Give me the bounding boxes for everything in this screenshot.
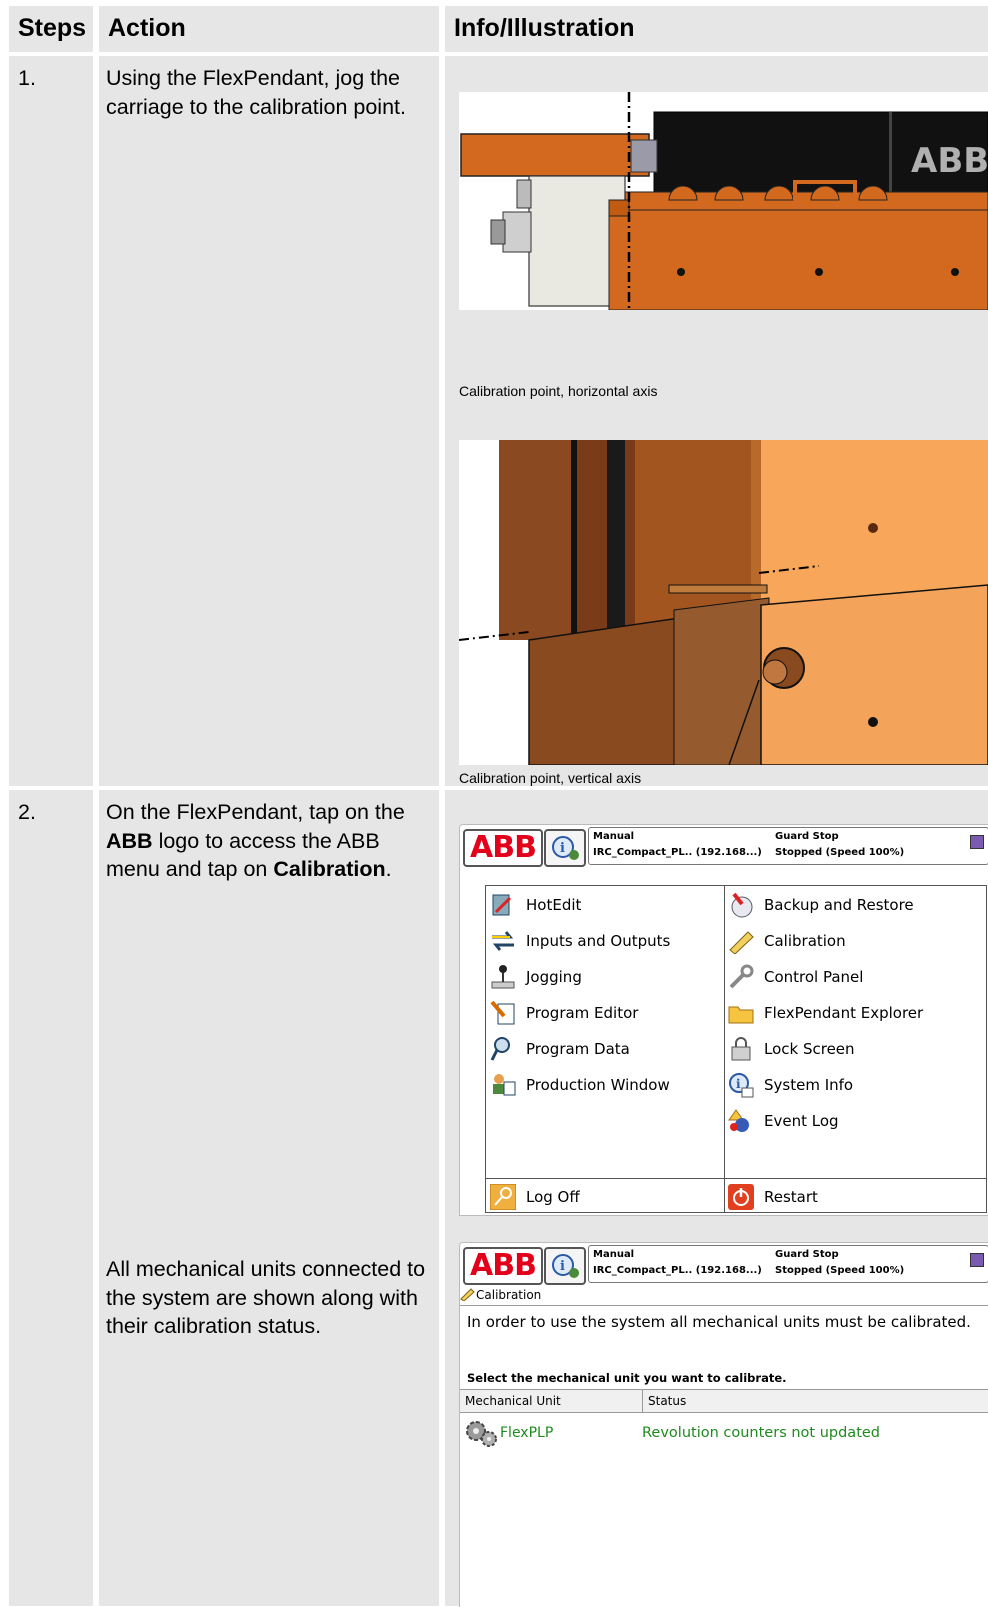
select-prompt: Select the mechanical unit you want to c… xyxy=(467,1371,787,1385)
system-text: IRC_Compact_PL.. (192.168...) xyxy=(593,847,762,858)
step-2-action-note: All mechanical units connected to the sy… xyxy=(106,1257,426,1338)
abb-logo-button[interactable]: ABB xyxy=(463,829,543,867)
step-2-number: 2. xyxy=(9,790,93,1606)
info-icon: i xyxy=(728,1072,754,1098)
calibration-message: In order to use the system all mechanica… xyxy=(467,1313,971,1331)
menu-item-flexpendant-explorer[interactable]: FlexPendant Explorer xyxy=(728,998,923,1028)
program-data-icon xyxy=(490,1036,516,1062)
menu-item-inputs-outputs[interactable]: Inputs and Outputs xyxy=(490,926,670,956)
horizontal-axis-illustration: ABB xyxy=(459,92,988,310)
step-1-action: Using the FlexPendant, jog the carriage … xyxy=(99,56,439,786)
key-icon xyxy=(489,1183,517,1211)
power-icon xyxy=(728,1184,754,1210)
info-user-icon: i xyxy=(552,836,579,860)
col-mechanical-unit: Mechanical Unit xyxy=(465,1394,561,1408)
folder-icon xyxy=(728,1000,754,1026)
unit-status: Revolution counters not updated xyxy=(642,1425,881,1441)
status-bar: Manual IRC_Compact_PL.. (192.168...) Gua… xyxy=(588,1245,988,1283)
status-indicator-icon xyxy=(970,835,984,849)
svg-text:i: i xyxy=(736,1077,741,1091)
mode-text: Manual xyxy=(593,831,635,842)
status-bar: Manual IRC_Compact_PL.. (192.168...) Gua… xyxy=(588,827,988,865)
caption-horizontal-axis: Calibration point, horizontal axis xyxy=(459,383,658,399)
menu-item-production-window[interactable]: Production Window xyxy=(490,1070,670,1100)
svg-text:ABB: ABB xyxy=(911,141,988,181)
menu-item-jogging[interactable]: Jogging xyxy=(490,962,582,992)
menu-item-event-log[interactable]: Event Log xyxy=(728,1106,839,1136)
caption-vertical-axis: Calibration point, vertical axis xyxy=(459,770,642,786)
pendant-top-bar: ABB i Manual IRC_Compact_PL.. (192.168..… xyxy=(460,825,988,869)
abb-menu-panel: HotEdit Inputs and Outputs Jogging Progr… xyxy=(485,885,987,1213)
svg-text:i: i xyxy=(560,1259,565,1274)
svg-text:i: i xyxy=(560,841,565,856)
calibration-title-bar: Calibration xyxy=(460,1285,988,1306)
vertical-axis-illustration xyxy=(459,440,988,765)
col-status: Status xyxy=(648,1394,687,1408)
menu-item-system-info[interactable]: i System Info xyxy=(728,1070,853,1100)
step-1-number: 1. xyxy=(9,56,93,786)
info-user-icon: i xyxy=(552,1254,579,1278)
status-indicator-icon xyxy=(970,1253,984,1267)
pendant-top-bar-2: ABB i Manual IRC_Compact_PL.. (192.168..… xyxy=(460,1243,988,1287)
unit-name: FlexPLP xyxy=(500,1425,554,1441)
io-arrows-icon xyxy=(490,928,516,954)
guard-text: Guard Stop xyxy=(775,831,839,842)
log-off-button[interactable]: Log Off xyxy=(489,1182,580,1212)
calibration-screen: ABB i Manual IRC_Compact_PL.. (192.168..… xyxy=(459,1242,988,1607)
menu-item-lock-screen[interactable]: Lock Screen xyxy=(728,1034,855,1064)
backup-icon xyxy=(728,892,754,918)
unit-row-flexplp[interactable]: FlexPLP Revolution counters not updated xyxy=(460,1419,988,1453)
header-action: Action xyxy=(99,6,439,52)
quickset-button[interactable]: i xyxy=(544,829,586,867)
menu-item-program-editor[interactable]: Program Editor xyxy=(490,998,638,1028)
abb-menu-screen: ABB i Manual IRC_Compact_PL.. (192.168..… xyxy=(459,824,988,1216)
menu-item-control-panel[interactable]: Control Panel xyxy=(728,962,863,992)
speed-text: Stopped (Speed 100%) xyxy=(775,847,905,858)
hotedit-icon xyxy=(490,892,516,918)
lock-icon xyxy=(728,1036,754,1062)
unit-table-header: Mechanical Unit Status xyxy=(460,1389,988,1413)
joystick-icon xyxy=(490,964,516,990)
production-window-icon xyxy=(490,1072,516,1098)
calibration-small-icon xyxy=(460,1287,476,1304)
wrench-icon xyxy=(728,964,754,990)
abb-logo-button[interactable]: ABB xyxy=(463,1247,543,1285)
event-log-icon xyxy=(728,1108,754,1134)
menu-item-backup-restore[interactable]: Backup and Restore xyxy=(728,890,914,920)
gears-icon xyxy=(464,1419,500,1455)
menu-item-hotedit[interactable]: HotEdit xyxy=(490,890,581,920)
step-2-action: On the FlexPendant, tap on the ABB logo … xyxy=(99,790,439,1606)
calibration-icon xyxy=(728,928,754,955)
header-steps: Steps xyxy=(9,6,93,52)
menu-item-calibration[interactable]: Calibration xyxy=(728,926,846,956)
restart-button[interactable]: Restart xyxy=(728,1182,818,1212)
header-info: Info/Illustration xyxy=(445,6,988,52)
program-editor-icon xyxy=(490,1000,516,1026)
menu-item-program-data[interactable]: Program Data xyxy=(490,1034,630,1064)
quickset-button[interactable]: i xyxy=(544,1247,586,1285)
